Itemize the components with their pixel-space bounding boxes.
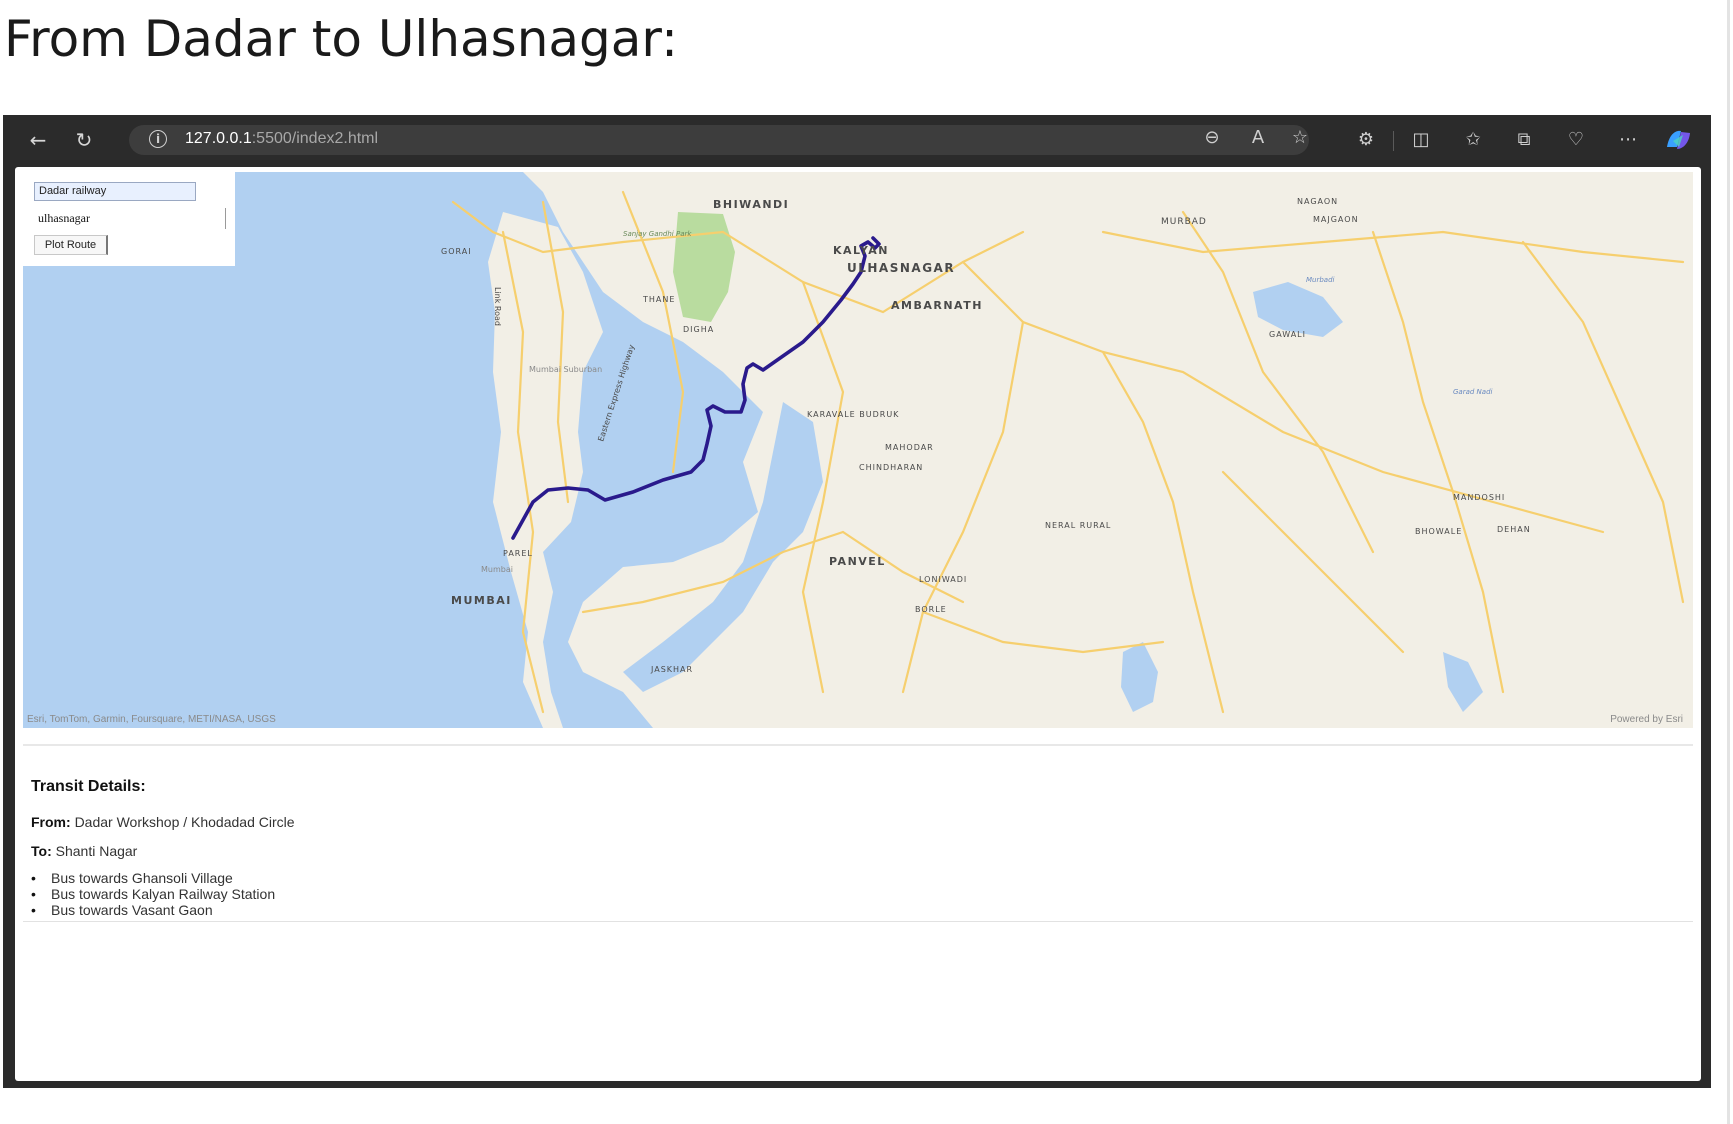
read-aloud-icon[interactable]: A [1245, 125, 1271, 151]
map-label-ambarnath: AMBARNATH [891, 299, 983, 312]
browser-toolbar: ← ↻ i 127.0.0.1:5500/index2.html ⊖ A ☆ ⚙… [3, 115, 1711, 165]
page-caption: From Dadar to Ulhasnagar: [4, 10, 678, 68]
map-label-sgnp: Sanjay Gandhi Park [623, 230, 692, 238]
map-label-ulhasnagar: ULHASNAGAR [847, 261, 955, 275]
favorite-icon[interactable]: ☆ [1287, 125, 1313, 151]
transit-steps-list: Bus towards Ghansoli Village Bus towards… [31, 870, 275, 918]
map-label-gorai: GORAI [441, 247, 472, 256]
map-label-gawali: GAWALI [1269, 330, 1306, 339]
map-label-panvel: PANVEL [829, 555, 886, 568]
from-line: From: Dadar Workshop / Khodadad Circle [31, 814, 295, 830]
browser-essentials-icon[interactable]: ♡ [1563, 127, 1589, 153]
plot-route-button[interactable]: Plot Route [34, 235, 108, 255]
refresh-icon[interactable]: ↻ [71, 127, 97, 153]
to-value: Shanti Nagar [55, 843, 138, 859]
to-label: To: [31, 843, 52, 859]
back-icon[interactable]: ← [25, 127, 51, 153]
map-label-neral: NERAL RURAL [1045, 521, 1111, 530]
powered-by-esri[interactable]: Powered by Esri [1610, 714, 1683, 725]
transit-details-panel: Transit Details: From: Dadar Workshop / … [23, 744, 1693, 922]
url-text[interactable]: 127.0.0.1:5500/index2.html [185, 130, 378, 148]
basemap: BHIWANDI KALYAN ULHASNAGAR AMBARNATH MUR… [23, 172, 1693, 728]
favorites-icon[interactable]: ✩ [1460, 127, 1486, 153]
map-label-mumbai-small: Mumbai [481, 565, 513, 574]
site-info-icon[interactable]: i [149, 130, 167, 148]
to-line: To: Shanti Nagar [31, 843, 137, 859]
list-item: Bus towards Vasant Gaon [31, 902, 275, 918]
map-label-bhowale: BHOWALE [1415, 527, 1462, 536]
address-bar[interactable]: i 127.0.0.1:5500/index2.html ⊖ A ☆ [129, 125, 1309, 155]
split-screen-icon[interactable]: ◫ [1408, 127, 1434, 153]
map-label-mahodar: MAHODAR [885, 443, 934, 452]
from-value: Dadar Workshop / Khodadad Circle [74, 814, 295, 830]
map-label-thane: THANE [642, 295, 675, 304]
map-view[interactable]: BHIWANDI KALYAN ULHASNAGAR AMBARNATH MUR… [23, 172, 1693, 728]
from-label: From: [31, 814, 71, 830]
map-label-mumbai-suburban: Mumbai Suburban [529, 365, 602, 374]
list-item: Bus towards Ghansoli Village [31, 870, 275, 886]
list-item: Bus towards Kalyan Railway Station [31, 886, 275, 902]
extensions-icon[interactable]: ⚙ [1353, 127, 1379, 153]
browser-window: ← ↻ i 127.0.0.1:5500/index2.html ⊖ A ☆ ⚙… [3, 115, 1711, 1088]
map-label-majgaon: MAJGAON [1313, 215, 1359, 224]
map-label-murbadi: Murbadi [1306, 276, 1335, 284]
map-label-borle: BORLE [915, 605, 947, 614]
transit-heading: Transit Details: [31, 778, 146, 795]
url-host: 127.0.0.1 [185, 130, 252, 147]
map-label-loniwadi: LONIWADI [919, 575, 967, 584]
map-label-jaskhar: JASKHAR [650, 665, 693, 674]
map-label-chindharan: CHINDHARAN [859, 463, 923, 472]
collections-icon[interactable]: ⧉ [1511, 127, 1537, 153]
map-label-kalyan: KALYAN [833, 244, 889, 257]
page-viewport: BHIWANDI KALYAN ULHASNAGAR AMBARNATH MUR… [15, 167, 1701, 1081]
map-label-parel: PAREL [503, 549, 533, 558]
map-label-karavale: KARAVALE BUDRUK [807, 410, 899, 419]
map-label-mumbai: MUMBAI [451, 594, 512, 607]
copilot-icon[interactable] [1663, 127, 1693, 153]
origin-input[interactable]: Dadar railway [34, 182, 196, 201]
map-label-nagaon: NAGAON [1297, 197, 1338, 206]
toolbar-divider [1393, 131, 1394, 151]
zoom-out-icon[interactable]: ⊖ [1199, 125, 1225, 151]
map-attribution[interactable]: Esri, TomTom, Garmin, Foursquare, METI/N… [27, 714, 276, 725]
route-form: Dadar railway ulhasnagar Plot Route [23, 172, 235, 266]
map-label-link-road: Link Road [493, 287, 502, 326]
page-edge-rule [1727, 0, 1730, 1124]
map-label-murbad: MURBAD [1161, 217, 1207, 227]
more-icon[interactable]: ⋯ [1615, 127, 1641, 153]
map-label-bhiwandi: BHIWANDI [713, 198, 789, 211]
destination-input[interactable]: ulhasnagar [34, 208, 226, 229]
map-label-ganesh-nadi: Garad Nadi [1453, 388, 1493, 396]
url-path: :5500/index2.html [251, 130, 379, 147]
map-label-mandoshi: MANDOSHI [1453, 493, 1505, 502]
map-label-digha: DIGHA [683, 325, 714, 334]
map-label-dehan: DEHAN [1497, 525, 1531, 534]
